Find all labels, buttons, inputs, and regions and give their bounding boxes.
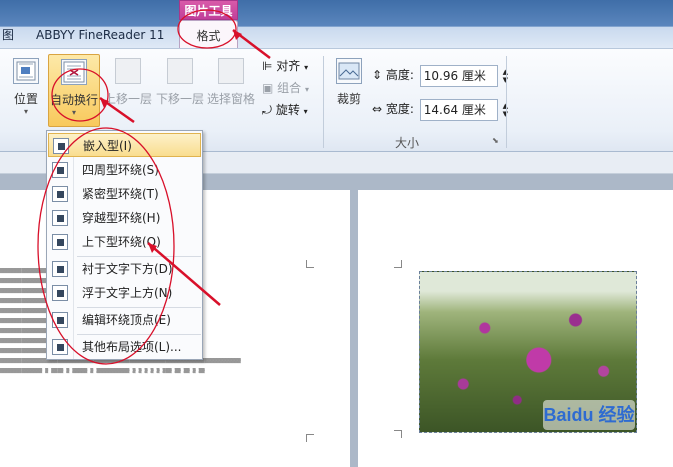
annotation-arrow-top-bottom [147,242,221,306]
annotation-circle-format-tab [177,9,237,49]
word-window: 图 ABBYY FineReader 11 图片工具 格式 位置 ▾ 自动换行 [0,0,673,467]
annotation-overlay [37,9,271,365]
annotation-circle-wrap-button [51,68,109,122]
